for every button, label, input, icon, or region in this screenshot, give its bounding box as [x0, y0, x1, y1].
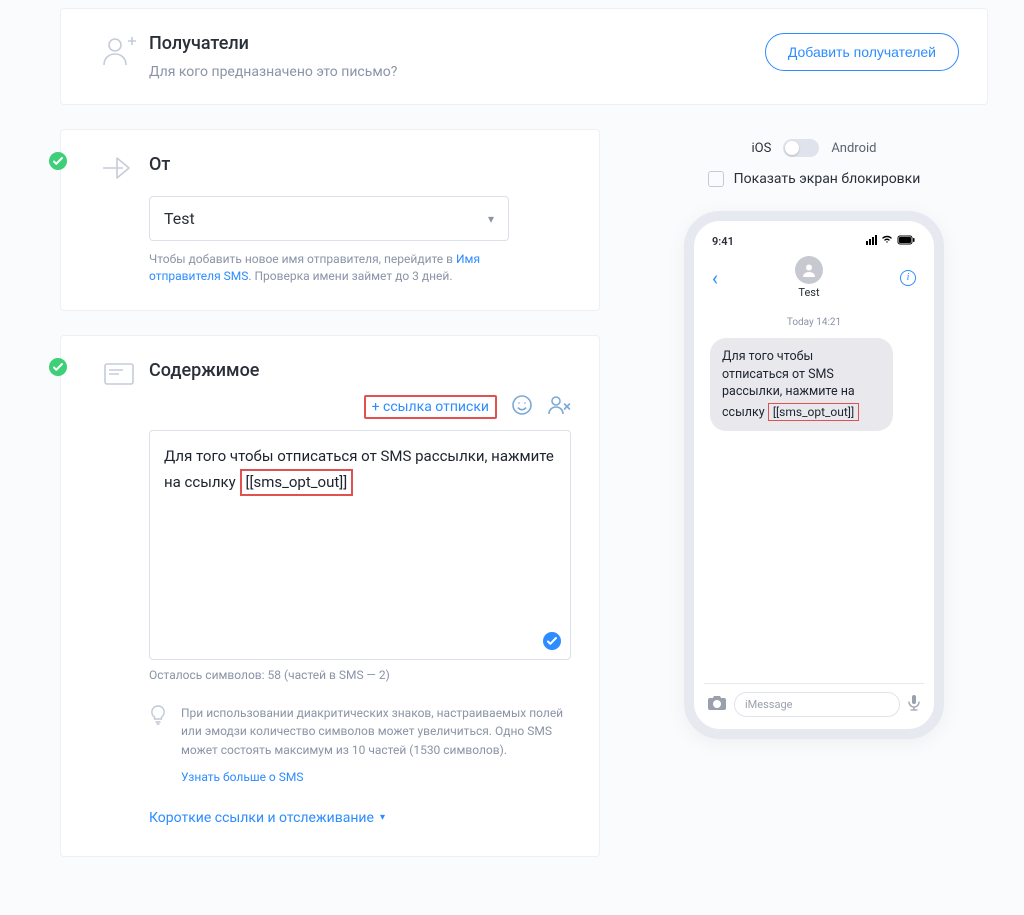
- camera-icon: [708, 695, 726, 714]
- recipients-section: Получатели Для кого предназначено это пи…: [60, 8, 988, 105]
- learn-more-sms-link[interactable]: Узнать больше о SMS: [181, 770, 571, 784]
- check-badge-icon: [49, 152, 67, 170]
- message-textarea[interactable]: Для того чтобы отписаться от SMS рассылк…: [149, 430, 571, 660]
- content-title: Содержимое: [149, 360, 571, 381]
- tracking-link[interactable]: Короткие ссылки и отслеживание ▾: [149, 810, 571, 826]
- recipients-subtitle: Для кого предназначено это письмо?: [149, 64, 397, 80]
- recipients-title: Получатели: [149, 33, 397, 54]
- check-badge-icon: [49, 358, 67, 376]
- tip-text: При использовании диакритических знаков,…: [181, 704, 571, 760]
- chevron-down-icon: ▾: [488, 212, 494, 226]
- phone-back-icon: ‹: [712, 266, 718, 290]
- content-section: Содержимое + ссылка отписки Для того что…: [60, 335, 600, 857]
- os-android-label[interactable]: Android: [831, 141, 876, 156]
- message-text: Для того чтобы отписаться от SMS рассылк…: [164, 447, 558, 492]
- phone-imessage-field: iMessage: [734, 692, 900, 717]
- lockscreen-label: Показать экран блокировки: [734, 171, 921, 187]
- sender-hint: Чтобы добавить новое имя отправителя, пе…: [149, 251, 509, 286]
- document-icon: [101, 360, 137, 388]
- phone-status-icons: [866, 235, 916, 248]
- lightbulb-icon: [149, 704, 169, 784]
- from-title: От: [149, 154, 571, 175]
- phone-bubble-tag: [[sms_opt_out]]: [768, 403, 859, 422]
- person-plus-icon: [101, 33, 137, 69]
- from-section: От Test ▾ Чтобы добавить новое имя отпра…: [60, 129, 600, 311]
- add-recipients-button[interactable]: Добавить получателей: [765, 33, 959, 71]
- os-ios-label[interactable]: iOS: [751, 141, 771, 156]
- phone-info-icon: i: [900, 270, 916, 286]
- os-toggle[interactable]: [783, 139, 819, 157]
- char-counter: Осталось символов: 58 (частей в SMS — 2): [149, 668, 571, 682]
- phone-contact-name: Test: [795, 286, 823, 299]
- personalization-icon[interactable]: [547, 394, 571, 420]
- add-unsub-link-button[interactable]: + ссылка отписки: [364, 395, 497, 419]
- chevron-down-icon: ▾: [380, 812, 385, 823]
- lockscreen-checkbox[interactable]: [708, 171, 724, 187]
- phone-status-time: 9:41: [712, 235, 734, 248]
- message-tag: [[sms_opt_out]]: [240, 469, 354, 496]
- phone-preview: 9:41 ‹ Test: [684, 211, 944, 739]
- sender-select-value: Test: [164, 209, 195, 228]
- emoji-icon[interactable]: [511, 394, 533, 420]
- phone-message-bubble: Для того чтобы отписаться от SMS рассылк…: [710, 338, 893, 431]
- phone-today-label: Today 14:21: [710, 317, 918, 328]
- validation-check-icon: [543, 632, 561, 650]
- phone-avatar-icon: [795, 256, 823, 284]
- sender-select[interactable]: Test ▾: [149, 196, 509, 241]
- arrow-right-icon: [101, 154, 137, 182]
- microphone-icon: [908, 695, 920, 715]
